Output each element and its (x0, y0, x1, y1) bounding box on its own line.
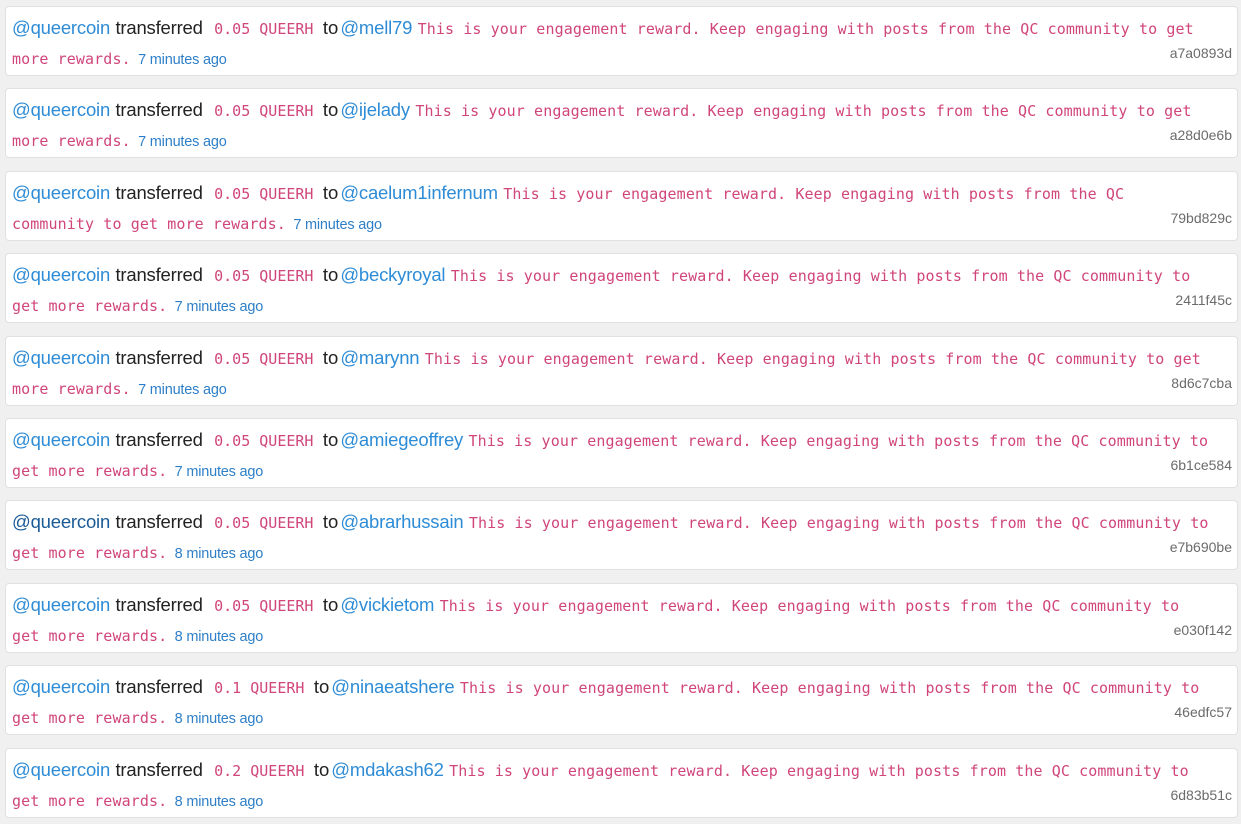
transfer-item: @queercoin transferred 0.05 QUEERH to @ab… (5, 500, 1238, 571)
transfer-item: @queercoin transferred 0.2 QUEERH to @mda… (5, 747, 1238, 818)
recipient-link[interactable]: @vickietom (340, 594, 434, 615)
transfer-amount: 0.05 QUEERH (214, 431, 314, 450)
to-label: to (322, 181, 339, 203)
transfer-verb: transferred (115, 181, 203, 203)
recipient-link[interactable]: @beckyroyal (340, 264, 445, 285)
transfer-item: @queercoin transferred 0.1 QUEERH to @nin… (5, 665, 1238, 736)
transfer-description: @queercoin transferred 0.05 QUEERH to @ab… (12, 507, 1212, 569)
transfer-amount: 0.05 QUEERH (214, 102, 314, 121)
sender-link[interactable]: @queercoin (12, 17, 110, 38)
to-label: to (322, 511, 339, 533)
transfer-description: @queercoin transferred 0.2 QUEERH to @mda… (12, 755, 1212, 817)
timestamp-link[interactable]: 7 minutes ago (175, 299, 264, 315)
transaction-hash-link[interactable]: a7a0893d (1170, 44, 1232, 62)
to-label: to (322, 593, 339, 615)
transfer-description: @queercoin transferred 0.05 QUEERH to @am… (12, 425, 1212, 487)
sender-link[interactable]: @queercoin (12, 99, 110, 120)
transfer-history-list: @queercoin transferred 0.05 QUEERH to @me… (0, 0, 1241, 818)
transaction-hash-link[interactable]: e030f142 (1174, 621, 1232, 639)
transfer-amount: 0.05 QUEERH (214, 349, 314, 368)
to-label: to (313, 676, 330, 698)
timestamp-link[interactable]: 8 minutes ago (175, 546, 264, 562)
transfer-description: @queercoin transferred 0.05 QUEERH to @ma… (12, 343, 1212, 405)
sender-link[interactable]: @queercoin (12, 594, 110, 615)
sender-link[interactable]: @queercoin (12, 182, 110, 203)
timestamp-link[interactable]: 7 minutes ago (138, 52, 227, 68)
transfer-verb: transferred (115, 17, 203, 38)
transfer-amount: 0.05 QUEERH (214, 514, 314, 533)
transaction-hash-link[interactable]: 6d83b51c (1170, 786, 1232, 804)
transfer-verb: transferred (115, 346, 203, 368)
transfer-verb: transferred (115, 264, 203, 286)
to-label: to (322, 99, 339, 121)
sender-link[interactable]: @queercoin (12, 347, 110, 368)
transaction-hash-link[interactable]: 2411f45c (1175, 291, 1232, 309)
transfer-description: @queercoin transferred 0.1 QUEERH to @nin… (12, 672, 1212, 734)
transfer-description: @queercoin transferred 0.05 QUEERH to @me… (12, 13, 1212, 75)
transfer-item: @queercoin transferred 0.05 QUEERH to @vi… (5, 582, 1238, 653)
transfer-description: @queercoin transferred 0.05 QUEERH to @ij… (12, 95, 1212, 157)
transfer-item: @queercoin transferred 0.05 QUEERH to @am… (5, 417, 1238, 488)
transfer-item: @queercoin transferred 0.05 QUEERH to @ca… (5, 170, 1238, 241)
transfer-description: @queercoin transferred 0.05 QUEERH to @ca… (12, 178, 1212, 240)
transfer-amount: 0.05 QUEERH (214, 20, 314, 38)
recipient-link[interactable]: @amiegeoffrey (340, 429, 463, 450)
transfer-item: @queercoin transferred 0.05 QUEERH to @me… (5, 6, 1238, 76)
timestamp-link[interactable]: 7 minutes ago (175, 464, 264, 480)
transaction-hash-link[interactable]: 8d6c7cba (1171, 374, 1232, 392)
transfer-amount: 0.1 QUEERH (214, 679, 305, 698)
transfer-item: @queercoin transferred 0.05 QUEERH to @ij… (5, 88, 1238, 159)
timestamp-link[interactable]: 8 minutes ago (175, 629, 264, 645)
timestamp-link[interactable]: 7 minutes ago (293, 217, 382, 233)
timestamp-link[interactable]: 7 minutes ago (138, 382, 227, 398)
transfer-verb: transferred (115, 99, 203, 121)
transfer-amount: 0.05 QUEERH (214, 596, 314, 615)
transfer-verb: transferred (115, 676, 203, 698)
recipient-link[interactable]: @marynn (340, 347, 419, 368)
transfer-item: @queercoin transferred 0.05 QUEERH to @ma… (5, 335, 1238, 406)
transfer-verb: transferred (115, 593, 203, 615)
transfer-item: @queercoin transferred 0.05 QUEERH to @be… (5, 253, 1238, 324)
transaction-hash-link[interactable]: 6b1ce584 (1170, 456, 1232, 474)
transfer-amount: 0.05 QUEERH (214, 267, 314, 286)
recipient-link[interactable]: @mell79 (340, 17, 412, 38)
sender-link[interactable]: @queercoin (12, 759, 110, 780)
transaction-hash-link[interactable]: e7b690be (1170, 538, 1232, 556)
transfer-verb: transferred (115, 428, 203, 450)
recipient-link[interactable]: @ninaeatshere (331, 676, 454, 697)
to-label: to (313, 758, 330, 780)
sender-link[interactable]: @queercoin (12, 429, 110, 450)
to-label: to (322, 346, 339, 368)
transfer-amount: 0.05 QUEERH (214, 184, 314, 203)
transfer-verb: transferred (115, 511, 203, 533)
to-label: to (322, 264, 339, 286)
sender-link[interactable]: @queercoin (12, 511, 110, 532)
to-label: to (322, 428, 339, 450)
transaction-hash-link[interactable]: 79bd829c (1170, 209, 1232, 227)
recipient-link[interactable]: @ijelady (340, 99, 410, 120)
recipient-link[interactable]: @caelum1infernum (340, 182, 498, 203)
timestamp-link[interactable]: 8 minutes ago (175, 711, 264, 727)
timestamp-link[interactable]: 8 minutes ago (175, 794, 264, 810)
sender-link[interactable]: @queercoin (12, 264, 110, 285)
to-label: to (322, 17, 339, 38)
transaction-hash-link[interactable]: 46edfc57 (1174, 703, 1232, 721)
timestamp-link[interactable]: 7 minutes ago (138, 134, 227, 150)
transfer-description: @queercoin transferred 0.05 QUEERH to @be… (12, 260, 1212, 322)
recipient-link[interactable]: @abrarhussain (340, 511, 463, 532)
transfer-amount: 0.2 QUEERH (214, 761, 305, 780)
transaction-hash-link[interactable]: a28d0e6b (1170, 126, 1232, 144)
transfer-verb: transferred (115, 758, 203, 780)
sender-link[interactable]: @queercoin (12, 676, 110, 697)
transfer-description: @queercoin transferred 0.05 QUEERH to @vi… (12, 590, 1212, 652)
recipient-link[interactable]: @mdakash62 (331, 759, 444, 780)
